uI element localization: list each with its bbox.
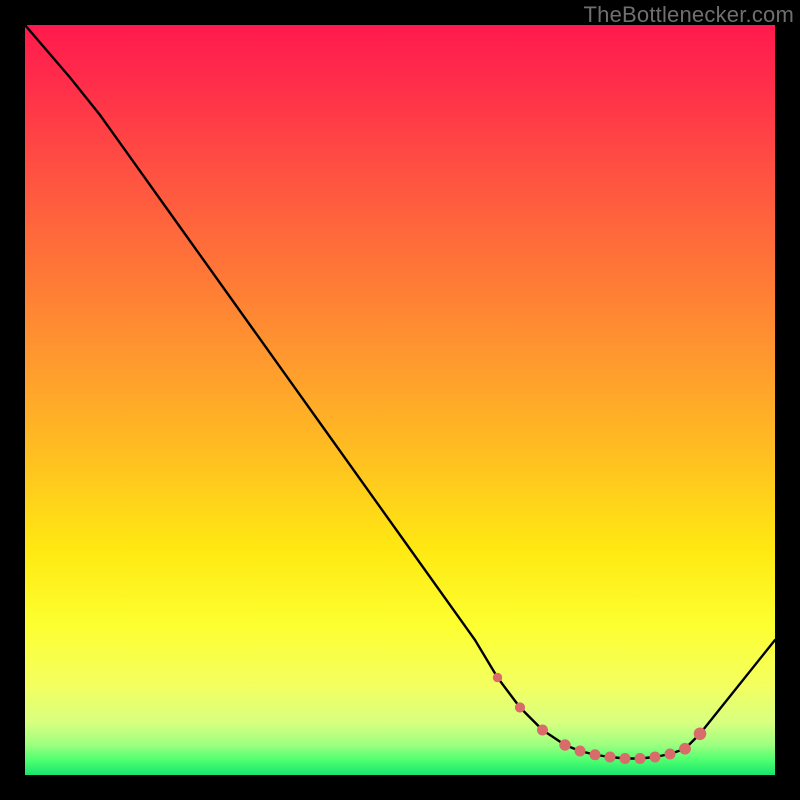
chart-frame bbox=[25, 25, 775, 775]
bottleneck-curve bbox=[25, 25, 775, 759]
marker-point bbox=[538, 725, 548, 735]
marker-point bbox=[575, 746, 585, 756]
marker-point bbox=[635, 754, 645, 764]
curve-layer bbox=[25, 25, 775, 775]
watermark-text: TheBottlenecker.com bbox=[584, 2, 794, 28]
marker-point bbox=[590, 750, 600, 760]
marker-point bbox=[620, 754, 630, 764]
marker-point bbox=[665, 749, 675, 759]
marker-point bbox=[680, 743, 691, 754]
marker-point bbox=[493, 673, 501, 681]
marker-point bbox=[694, 728, 706, 740]
marker-group bbox=[493, 673, 706, 763]
marker-point bbox=[515, 703, 524, 712]
marker-point bbox=[650, 752, 660, 762]
marker-point bbox=[605, 752, 615, 762]
marker-point bbox=[560, 740, 570, 750]
plot-area bbox=[25, 25, 775, 775]
